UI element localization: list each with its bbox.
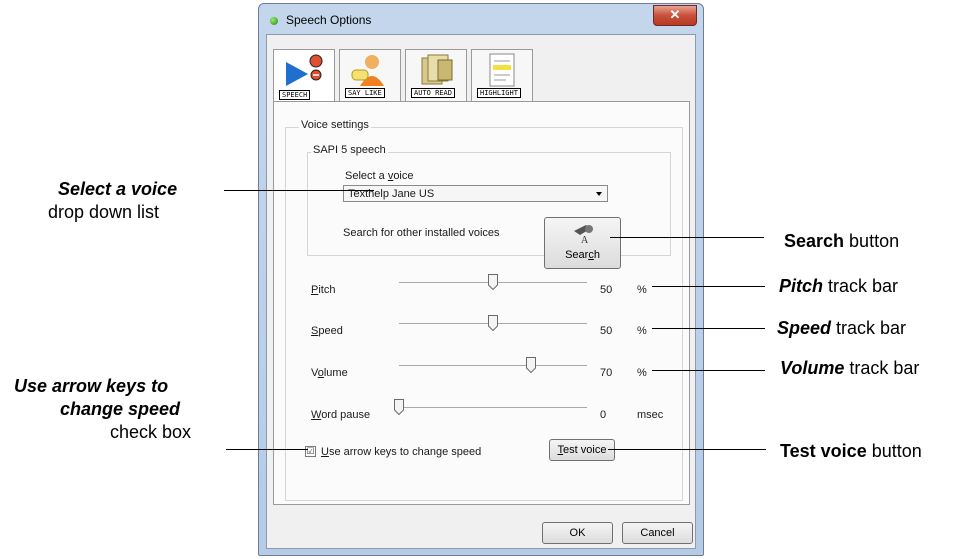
tab-say-like[interactable]: SAY LIKE [339, 49, 401, 101]
word-pause-label: Word pause [311, 409, 371, 421]
binoculars-icon: A [574, 225, 593, 245]
callout-line-search [610, 237, 764, 238]
speech-options-dialog: Speech Options ✕ SPEECH SAY LIKE AUTO RE… [258, 3, 704, 556]
arrow-keys-checkbox[interactable]: ☑ [305, 446, 316, 457]
callout-volume: Volume track bar [780, 358, 920, 378]
callout-select-voice-desc: drop down list [48, 202, 160, 222]
auto-read-tab-icon [421, 54, 453, 85]
callout-line-test-voice [608, 449, 766, 450]
close-button[interactable]: ✕ [653, 5, 697, 26]
speech-tab-icon [286, 54, 323, 86]
speed-slider-thumb[interactable] [488, 315, 498, 331]
pitch-value: 50 [600, 284, 613, 296]
voice-settings-label: Voice settings [299, 119, 371, 131]
speed-label: Speed [311, 325, 343, 337]
callout-line-speed [652, 328, 765, 329]
pitch-label: Pitch [311, 284, 336, 296]
select-voice-label: Select a voice [345, 170, 414, 182]
callout-pitch: Pitch track bar [779, 276, 899, 296]
tab-strip: SPEECH SAY LIKE AUTO READ HIGHLIGHT [273, 49, 553, 103]
window-title: Speech Options [286, 13, 372, 27]
chevron-down-icon [596, 192, 602, 196]
callout-test-voice: Test voice button [780, 441, 922, 461]
test-voice-button[interactable]: Test voice [549, 439, 615, 461]
callout-line-volume [652, 370, 765, 371]
pitch-slider-thumb[interactable] [488, 274, 498, 290]
tab-speech-label: SPEECH [279, 90, 311, 100]
ok-button[interactable]: OK [542, 522, 613, 544]
volume-slider-thumb[interactable] [525, 357, 536, 373]
sapi-speech-label: SAPI 5 speech [311, 144, 388, 156]
volume-unit: % [637, 367, 647, 379]
volume-track [399, 365, 587, 366]
highlight-tab-icon [489, 53, 515, 87]
say-like-tab-icon [351, 55, 384, 86]
callout-line-pitch [652, 286, 765, 287]
voice-dropdown[interactable]: Texthelp Jane US [343, 185, 608, 202]
callout-line-select-voice [224, 190, 374, 191]
dialog-client-area: SPEECH SAY LIKE AUTO READ HIGHLIGHT Voic… [266, 34, 696, 549]
callout-select-voice-title: Select a voice [58, 179, 178, 199]
search-button[interactable]: A Search [544, 217, 621, 269]
tab-auto-read-label: AUTO READ [411, 88, 455, 98]
callout-arrow-keys-line2: change speed [60, 399, 181, 419]
tab-say-like-label: SAY LIKE [345, 88, 385, 98]
tab-highlight[interactable]: HIGHLIGHT [471, 49, 533, 101]
speed-value: 50 [600, 325, 613, 337]
cancel-button[interactable]: Cancel [622, 522, 693, 544]
callout-arrow-keys-line1: Use arrow keys to [14, 376, 169, 396]
tab-auto-read[interactable]: AUTO READ [405, 49, 467, 101]
word-pause-slider-thumb[interactable] [394, 399, 404, 415]
tab-speech[interactable]: SPEECH [273, 49, 335, 103]
callout-search: Search button [784, 231, 900, 251]
pitch-unit: % [637, 284, 647, 296]
callout-speed: Speed track bar [777, 318, 907, 338]
callout-arrow-keys-desc: check box [110, 422, 192, 442]
callout-line-arrow-keys [226, 449, 308, 450]
svg-text:A: A [581, 235, 589, 245]
arrow-keys-checkbox-label[interactable]: Use arrow keys to change speed [321, 446, 481, 458]
volume-label: Volume [311, 367, 348, 379]
search-button-label: Search [565, 249, 600, 261]
word-pause-value: 0 [600, 409, 607, 421]
word-pause-unit: msec [637, 409, 664, 421]
tab-highlight-label: HIGHLIGHT [477, 88, 521, 98]
search-voices-prompt: Search for other installed voices [343, 227, 500, 239]
app-icon [270, 17, 278, 25]
title-bar[interactable]: Speech Options ✕ [259, 4, 703, 34]
speed-unit: % [637, 325, 647, 337]
word-pause-track [399, 407, 587, 408]
volume-value: 70 [600, 367, 613, 379]
